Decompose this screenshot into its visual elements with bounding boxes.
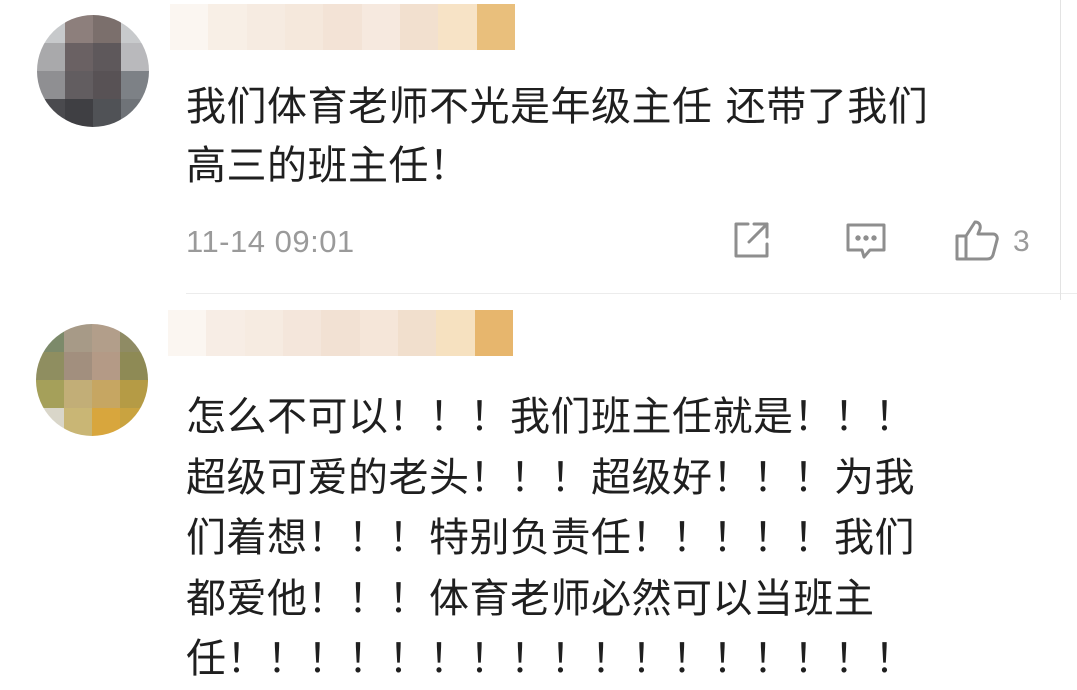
timestamp: 11-14 09:01 <box>186 224 355 259</box>
comment-line: 任！！！！！！！！！！！！！！！！！ <box>186 636 915 682</box>
scrollbar[interactable] <box>1060 0 1061 300</box>
reply-button[interactable] <box>843 219 889 265</box>
username-pixelated[interactable] <box>170 4 515 50</box>
username-pixelated[interactable] <box>168 310 513 356</box>
comment-line: 高三的班主任！ <box>186 143 470 189</box>
comment-line: 都爱他！！！体育老师必然可以当班主 <box>186 575 875 622</box>
comment-text: 怎么不可以！！！我们班主任就是！！！ 超级可爱的老头！！！超级好！！！为我 们着想！… <box>186 387 915 690</box>
like-count: 3 <box>1013 225 1030 258</box>
comment-text: 我们体育老师不光是年级主任 还带了我们 高三的班主任！ <box>186 78 928 196</box>
username <box>168 310 169 311</box>
comment-line: 超级可爱的老头！！！超级好！！！为我 <box>186 454 915 501</box>
divider <box>186 293 1077 294</box>
share-external-icon <box>728 217 774 267</box>
comment-line: 我们体育老师不光是年级主任 还带了我们 <box>186 84 929 130</box>
comment-item: 我们体育老师不光是年级主任 还带了我们高三的班主任！ 11-14 09:01 <box>0 0 1077 300</box>
comment-line: 怎么不可以！！！我们班主任就是！！！ <box>186 394 915 440</box>
comment-line: 们着想！！！特别负责任！！！！！我们 <box>186 515 915 561</box>
avatar[interactable] <box>36 324 148 436</box>
share-button[interactable] <box>728 219 774 265</box>
thumbs-up-icon <box>953 217 1001 267</box>
comment-bubble-icon <box>843 217 889 267</box>
like-button[interactable]: 3 <box>953 219 1030 265</box>
username <box>170 4 171 5</box>
avatar[interactable] <box>37 15 149 127</box>
